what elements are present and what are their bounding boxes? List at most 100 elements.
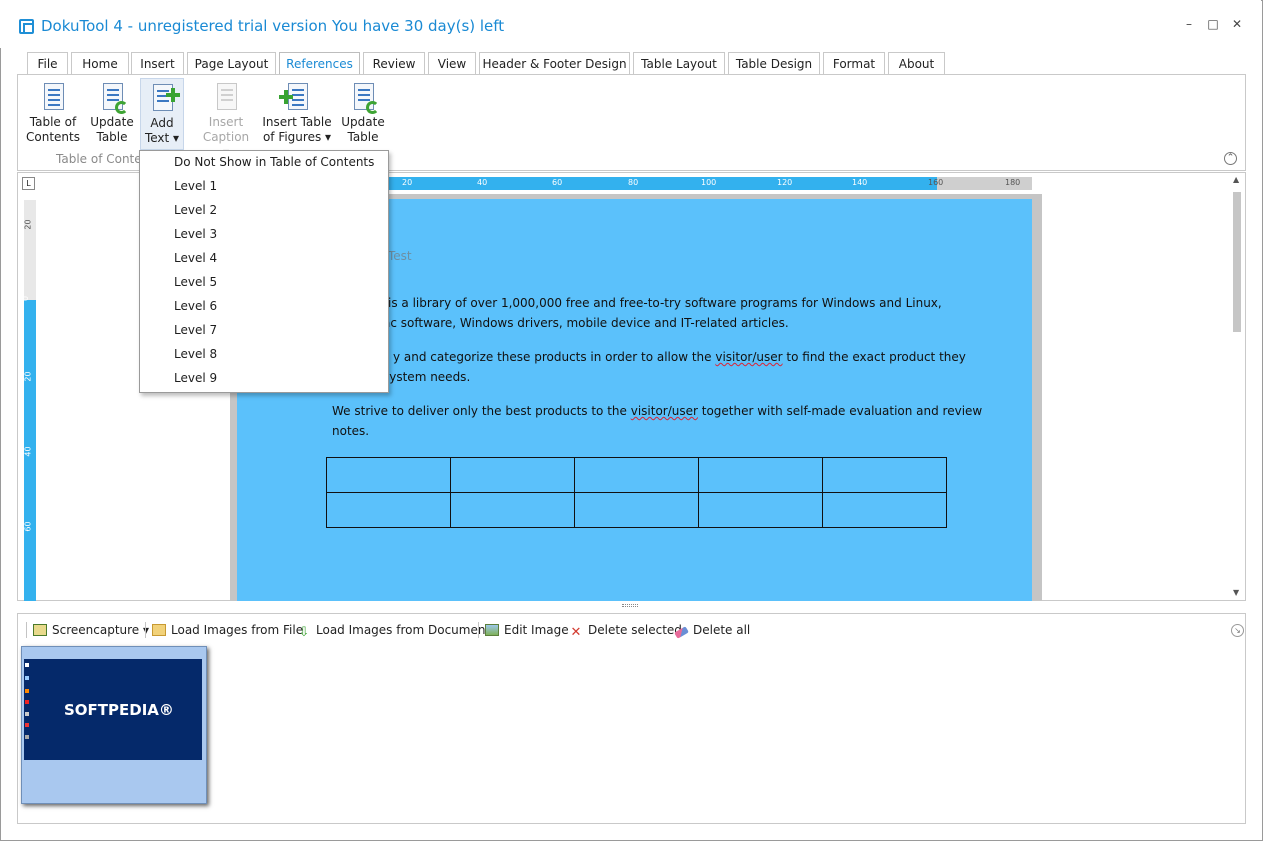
download-icon: ⇩ (298, 625, 310, 640)
thumbnail-icon (25, 700, 29, 704)
menu-item-level-5[interactable]: Level 5 (174, 275, 217, 289)
tab-about[interactable]: About (888, 52, 945, 75)
tab-format[interactable]: Format (823, 52, 885, 75)
tab-file[interactable]: File (27, 52, 68, 75)
insert-caption-button[interactable]: Insert Caption ▾ (198, 78, 254, 159)
tab-table-design[interactable]: Table Design (728, 52, 820, 75)
table-cell[interactable] (698, 492, 823, 528)
table-cell[interactable] (574, 457, 699, 493)
tab-page-layout[interactable]: Page Layout (187, 52, 276, 75)
table-cell[interactable] (822, 492, 947, 528)
delete-all-button[interactable]: Delete all (674, 622, 751, 640)
table-cell[interactable] (326, 492, 451, 528)
ruler-tick: 180 (1005, 178, 1021, 187)
menu-item-level-4[interactable]: Level 4 (174, 251, 217, 265)
minimize-button[interactable]: – (1181, 16, 1197, 32)
add-text-icon (150, 83, 180, 113)
doc-paragraph-line: y and categorize these products in order… (393, 350, 966, 364)
tab-insert[interactable]: Insert (131, 52, 184, 75)
tab-view[interactable]: View (428, 52, 476, 75)
tab-references[interactable]: References (279, 52, 360, 76)
splitter-grip[interactable] (622, 604, 638, 607)
table-cell[interactable] (822, 457, 947, 493)
ruler-tick: 40 (23, 446, 33, 457)
toolbar-separator (478, 622, 479, 638)
image-icon (485, 624, 499, 636)
insert-table-of-figures-icon (279, 82, 309, 112)
doc-heading: Test (388, 249, 412, 263)
tab-home[interactable]: Home (71, 52, 129, 75)
scroll-down-icon[interactable]: ▼ (1233, 588, 1239, 597)
button-label-line1: Add (150, 116, 174, 130)
collapse-ribbon-icon[interactable]: ⌃ (1224, 152, 1237, 165)
ruler-tick: 160 (928, 178, 944, 187)
menu-item-level-7[interactable]: Level 7 (174, 323, 217, 337)
screencapture-label: Screencapture ▾ (52, 623, 150, 637)
insert-table-of-figures-button[interactable]: Insert Table of Figures ▾ (262, 78, 332, 150)
edit-image-label: Edit Image (504, 623, 569, 637)
ruler-tick: 100 (701, 178, 717, 187)
ruler-tick: 20 (23, 219, 33, 230)
thumbnail-icon (25, 723, 29, 727)
button-label-line2: Table (96, 130, 128, 144)
ruler-tick: 20 (402, 178, 413, 187)
update-table-figures-button[interactable]: Update Table (337, 78, 389, 150)
load-images-document-button[interactable]: ⇩ Load Images from Document (297, 622, 491, 640)
menu-item-do-not-show[interactable]: Do Not Show in Table of Contents (174, 155, 374, 169)
doc-paragraph-line: ac software, Windows drivers, mobile dev… (383, 316, 789, 330)
panel-collapse-icon[interactable]: ↘ (1231, 624, 1244, 637)
ruler-tick: 40 (477, 178, 488, 187)
button-label-line2: Contents (26, 130, 80, 144)
tab-header-footer-design[interactable]: Header & Footer Design (479, 52, 630, 75)
menu-item-level-3[interactable]: Level 3 (174, 227, 217, 241)
menu-item-level-6[interactable]: Level 6 (174, 299, 217, 313)
button-label-line2: Table (347, 130, 379, 144)
window-title: DokuTool 4 - unregistered trial version … (41, 17, 505, 35)
tab-review[interactable]: Review (363, 52, 425, 75)
menu-item-level-1[interactable]: Level 1 (174, 179, 217, 193)
add-text-button[interactable]: Add Text ▾ (140, 78, 184, 150)
menu-item-level-2[interactable]: Level 2 (174, 203, 217, 217)
button-label-line2: Text ▾ (144, 131, 180, 145)
doc-paragraph-line: We strive to deliver only the best produ… (332, 404, 983, 418)
button-label-line1: Table of (29, 115, 77, 129)
ruler-tick: 120 (777, 178, 793, 187)
menu-item-level-8[interactable]: Level 8 (174, 347, 217, 361)
thumbnail-logo: SOFTPEDIA® (64, 701, 174, 719)
ruler-tick: 60 (23, 521, 33, 532)
insert-caption-icon (214, 82, 238, 112)
update-table-button[interactable]: Update Table (86, 78, 138, 150)
doc-paragraph-line: system needs. (383, 370, 471, 384)
menu-item-level-9[interactable]: Level 9 (174, 371, 217, 385)
table-row (326, 457, 947, 493)
button-label-line1: Update (341, 115, 385, 129)
update-table-figures-icon (351, 82, 379, 114)
scrollbar-thumb[interactable] (1233, 192, 1241, 332)
table-cell[interactable] (698, 457, 823, 493)
load-file-label: Load Images from File (171, 623, 304, 637)
table-of-contents-button[interactable]: Table of Contents (26, 78, 80, 150)
load-images-file-button[interactable]: Load Images from File (152, 622, 303, 640)
table-cell[interactable] (574, 492, 699, 528)
delete-selected-button[interactable]: ✕ Delete selected (569, 622, 682, 640)
tab-table-layout[interactable]: Table Layout (633, 52, 725, 75)
close-button[interactable]: ✕ (1229, 16, 1245, 32)
button-label-line1: Insert Table (262, 115, 332, 129)
edit-image-button[interactable]: Edit Image (485, 622, 569, 640)
ruler-tick: 60 (552, 178, 563, 187)
document-table[interactable] (326, 457, 947, 528)
scroll-up-icon[interactable]: ▲ (1233, 175, 1239, 184)
thumbnail-icon (25, 689, 29, 693)
table-cell[interactable] (450, 457, 575, 493)
table-cell[interactable] (450, 492, 575, 528)
delete-all-label: Delete all (693, 623, 751, 637)
screencapture-button[interactable]: Screencapture ▾ (33, 622, 149, 640)
thumbnail-icon (25, 735, 29, 739)
delete-selected-label: Delete selected (588, 623, 682, 637)
delete-x-icon: ✕ (570, 625, 582, 640)
ruler-tick: 140 (852, 178, 868, 187)
maximize-button[interactable]: □ (1205, 16, 1221, 32)
tab-stop-selector[interactable]: L (22, 177, 35, 190)
table-cell[interactable] (326, 457, 451, 493)
toolbar-separator (145, 622, 146, 638)
